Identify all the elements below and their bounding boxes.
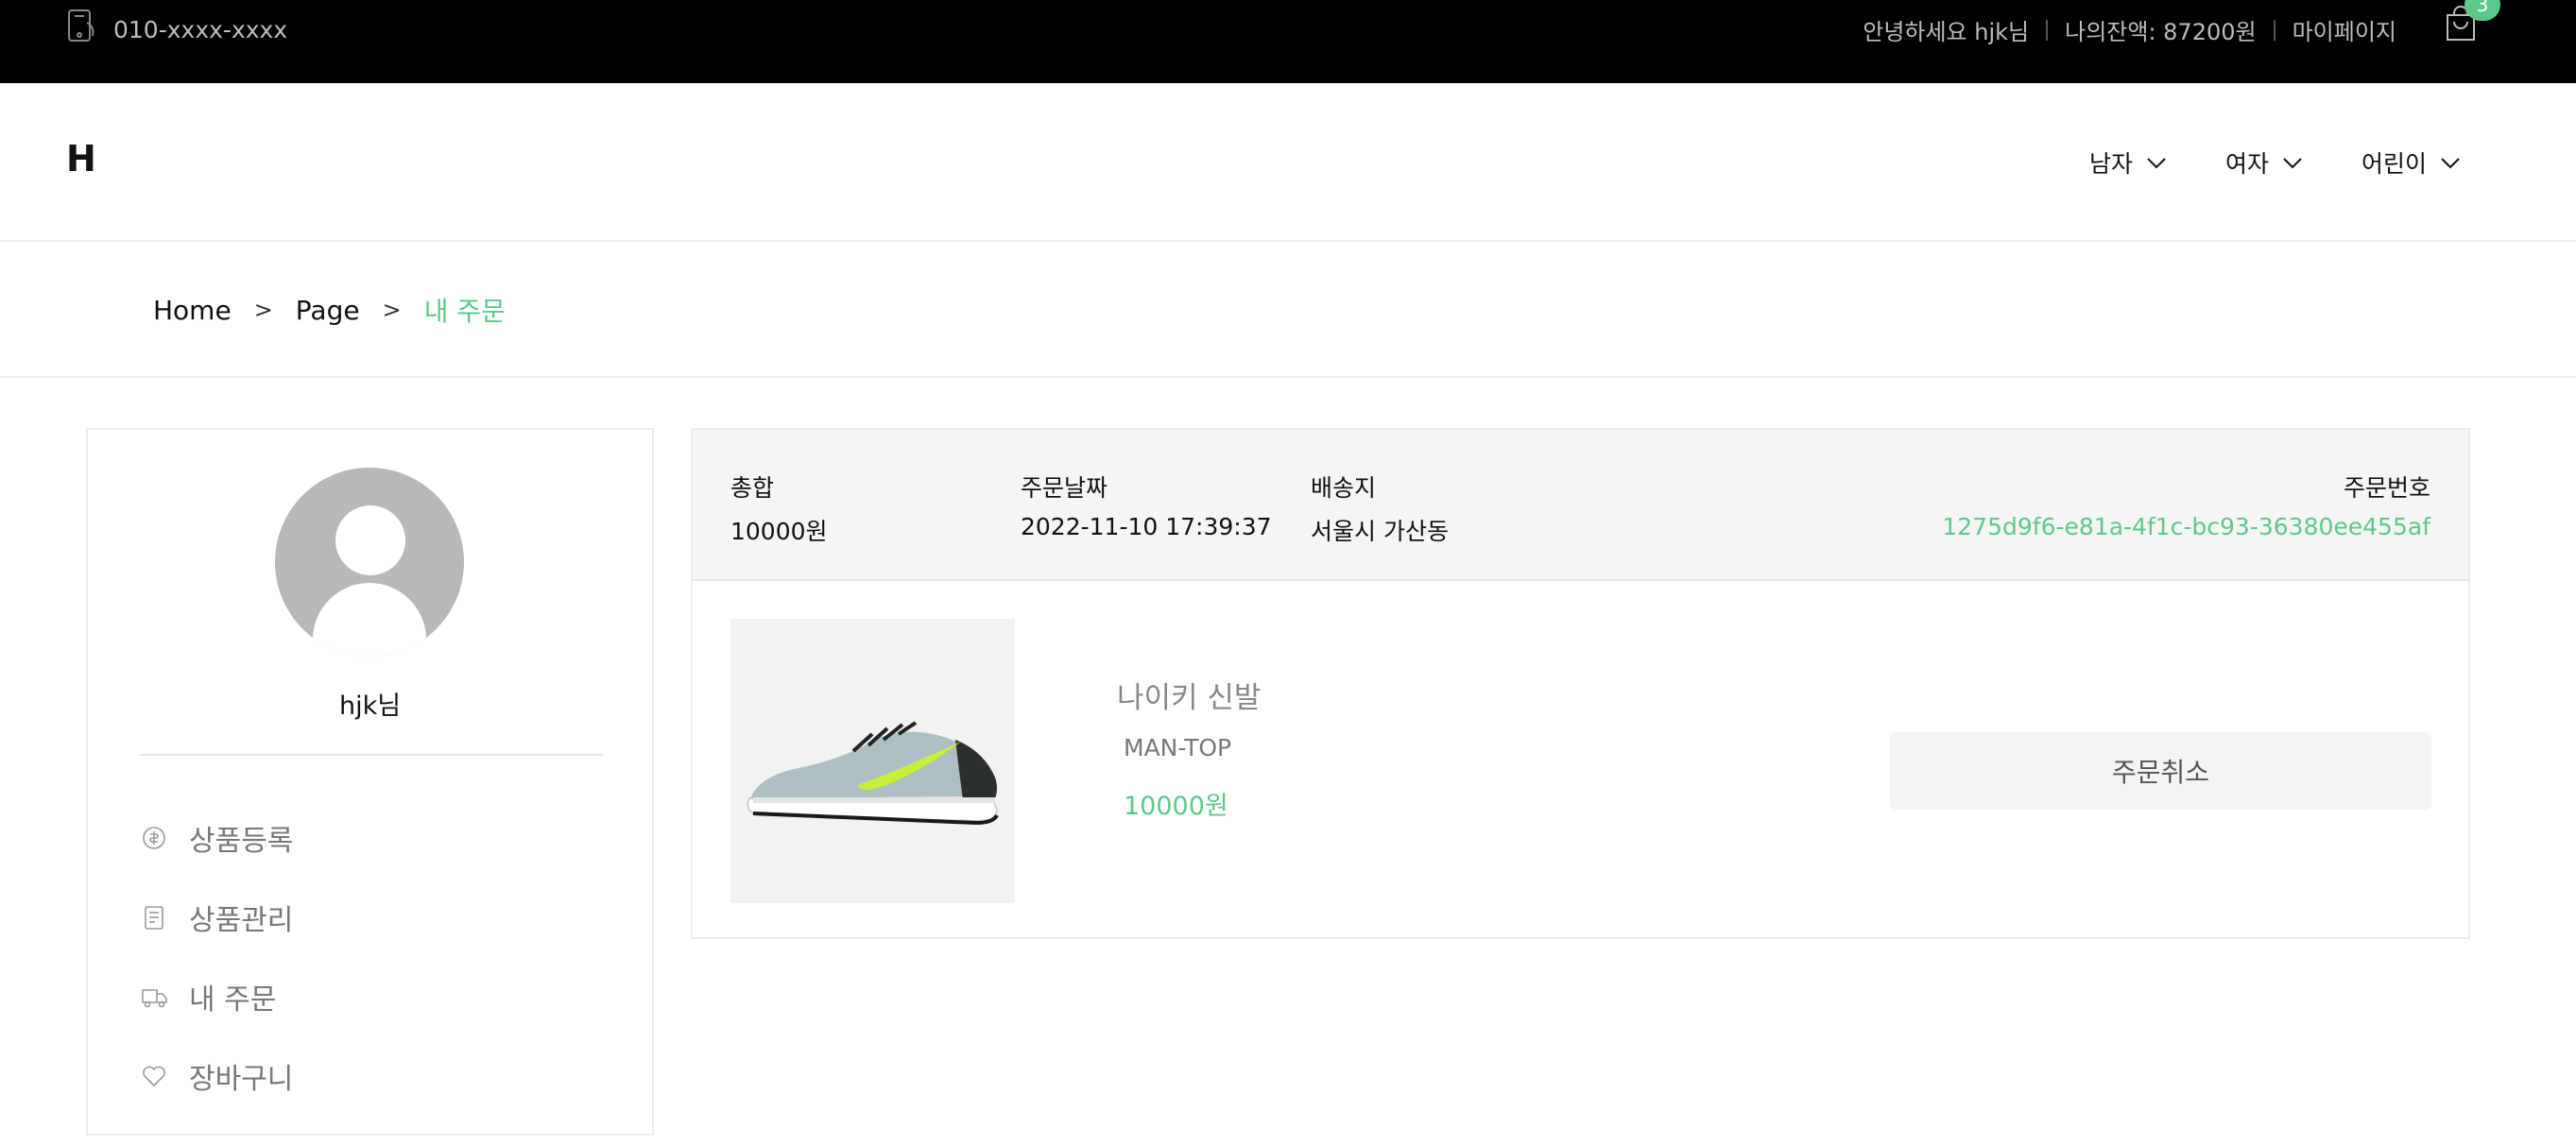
divider	[2046, 19, 2049, 41]
breadcrumb-page[interactable]: Page	[296, 295, 360, 326]
avatar-body	[313, 583, 426, 657]
chevron-right-icon: >	[253, 297, 273, 323]
cancel-order-button[interactable]: 주문취소	[1890, 732, 2431, 810]
divider	[2273, 19, 2275, 41]
username: hjk님	[338, 692, 402, 721]
order-date: 주문날짜 2022-11-10 17:39:37	[1021, 470, 1272, 540]
product-image[interactable]	[730, 619, 1015, 903]
nav-item-men[interactable]: 남자	[2089, 145, 2167, 179]
chevron-right-icon: >	[382, 297, 402, 323]
order-number-label: 주문번호	[2343, 474, 2430, 502]
product-register-icon	[143, 827, 165, 849]
sidebar-menu: 상품등록 상품관리 내 주문 장바구니	[140, 798, 293, 1116]
sidebar-item-label: 상품등록	[189, 825, 294, 858]
sidebar-item-label: 상품관리	[189, 904, 294, 937]
chevron-down-icon	[2441, 158, 2460, 169]
nav-item-label: 어린이	[2361, 150, 2427, 178]
address-value: 서울시 가산동	[1311, 518, 1449, 545]
order-number: 주문번호 1275d9f6-e81a-4f1c-bc93-36380ee455a…	[1942, 470, 2430, 540]
sidebar-item-my-orders[interactable]: 내 주문	[140, 957, 293, 1036]
balance-text: 나의잔액: 87200원	[2065, 19, 2257, 45]
date-value: 2022-11-10 17:39:37	[1021, 513, 1272, 540]
user-info: 안녕하세요 hjk님 나의잔액: 87200원 마이페이지	[1863, 13, 2396, 46]
divider	[140, 754, 603, 756]
phone-contact: 010-xxxx-xxxx	[66, 8, 287, 51]
order-card: 총합 10000원 주문날짜 2022-11-10 17:39:37 배송지 서…	[691, 428, 2470, 939]
product-category: MAN-TOP	[1124, 734, 1232, 761]
phone-icon	[66, 8, 100, 51]
product-manage-icon	[145, 906, 163, 930]
sidebar-item-wishlist[interactable]: 장바구니	[140, 1036, 293, 1116]
site-logo[interactable]: H	[66, 138, 96, 179]
order-number-value: 1275d9f6-e81a-4f1c-bc93-36380ee455af	[1942, 513, 2430, 540]
sidebar-item-label: 장바구니	[189, 1063, 294, 1096]
total-value: 10000원	[730, 518, 828, 545]
main-nav: 남자 여자 어린이	[2089, 145, 2461, 179]
date-label: 주문날짜	[1021, 474, 1108, 502]
chevron-down-icon	[2147, 158, 2166, 169]
sidebar-item-label: 내 주문	[189, 983, 277, 1017]
avatar-head	[335, 505, 405, 575]
order-summary: 총합 10000원 주문날짜 2022-11-10 17:39:37 배송지 서…	[693, 430, 2468, 581]
nav-item-women[interactable]: 여자	[2225, 145, 2303, 179]
top-bar: 010-xxxx-xxxx 안녕하세요 hjk님 나의잔액: 87200원 마이…	[0, 0, 2576, 83]
product-name[interactable]: 나이키 신발	[1117, 674, 1261, 716]
nav-item-label: 남자	[2088, 150, 2133, 178]
breadcrumb-current: 내 주문	[423, 296, 506, 327]
nav-item-label: 여자	[2224, 150, 2269, 178]
product-price: 10000원	[1124, 792, 1228, 821]
total-label: 총합	[730, 474, 775, 502]
sidebar-item-product-register[interactable]: 상품등록	[140, 798, 293, 878]
greeting-text: 안녕하세요 hjk님	[1863, 19, 2030, 45]
mypage-link[interactable]: 마이페이지	[2293, 13, 2396, 46]
order-total: 총합 10000원	[730, 470, 828, 547]
breadcrumb: Home > Page > 내 주문	[153, 291, 506, 329]
nav-item-kids[interactable]: 어린이	[2361, 145, 2461, 179]
avatar	[275, 468, 464, 657]
breadcrumb-bar: Home > Page > 내 주문	[0, 242, 2576, 378]
address-label: 배송지	[1311, 474, 1377, 502]
main-header: H 남자 여자 어린이	[0, 83, 2576, 242]
sneaker-image	[730, 619, 1015, 903]
phone-number: 010-xxxx-xxxx	[113, 15, 288, 43]
account-sidebar: hjk님 상품등록 상품관리 내 주문 장바구니	[86, 428, 654, 1136]
delivery-truck-icon	[142, 989, 167, 1008]
chevron-down-icon	[2283, 158, 2302, 169]
order-address: 배송지 서울시 가산동	[1311, 470, 1449, 547]
breadcrumb-home[interactable]: Home	[153, 295, 232, 326]
sidebar-item-product-manage[interactable]: 상품관리	[140, 878, 293, 957]
heart-icon	[143, 1066, 165, 1087]
